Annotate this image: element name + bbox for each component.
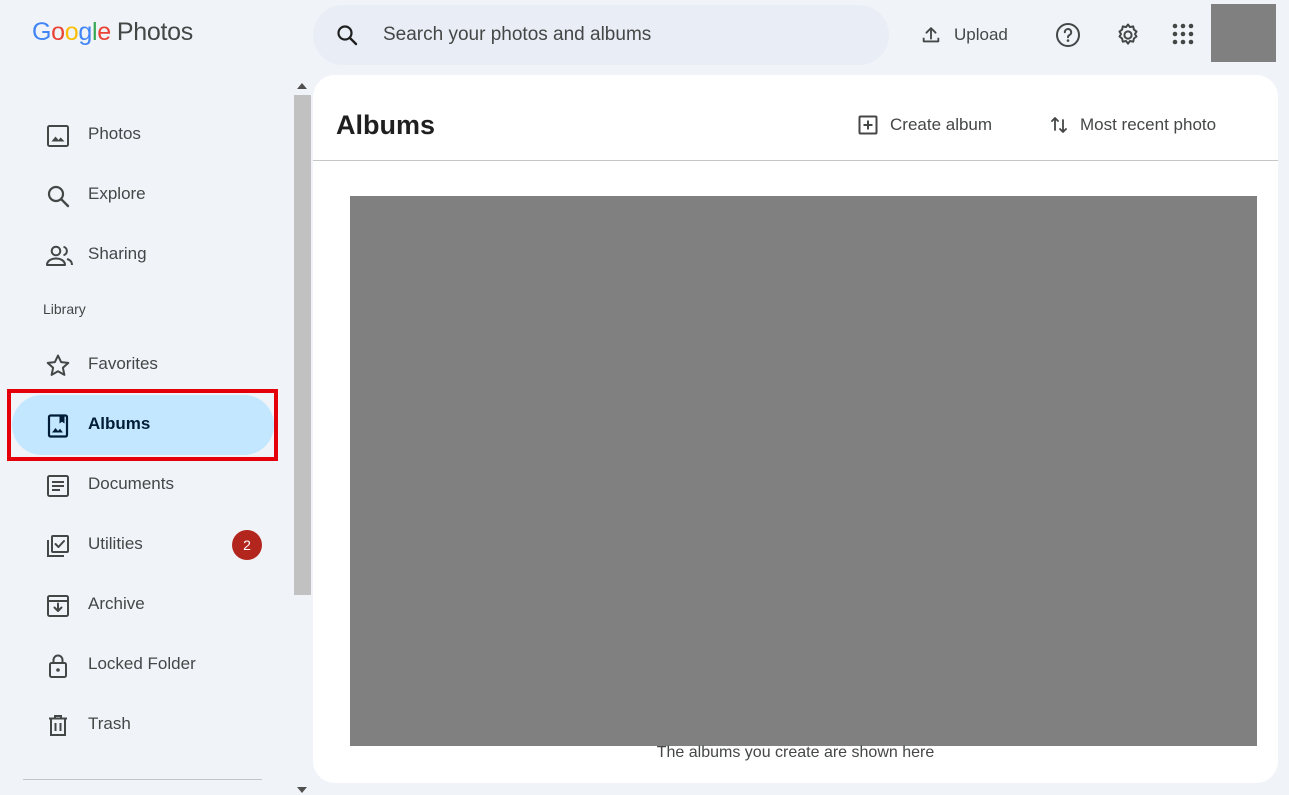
albums-panel: Albums Create album Most recent photo Th… [313, 75, 1278, 783]
sort-label: Most recent photo [1080, 115, 1217, 134]
sidebar-item-label: Utilities [88, 534, 143, 553]
logo-letter: o [51, 18, 65, 46]
sidebar-item-label: Explore [88, 184, 146, 203]
search-bar[interactable] [313, 5, 889, 65]
sidebar-item-label: Trash [88, 714, 131, 733]
logo-letter: e [97, 18, 111, 46]
sort-button[interactable]: Most recent photo [1048, 105, 1216, 145]
trash-icon [45, 713, 71, 739]
create-album-button[interactable]: Create album [858, 105, 992, 145]
sidebar-item-explore[interactable]: Explore [12, 165, 274, 225]
logo-letter: o [64, 18, 79, 46]
utilities-badge: 2 [232, 530, 262, 560]
sort-icon [1048, 114, 1070, 136]
apps-grid-icon[interactable] [1171, 22, 1197, 48]
header-divider [313, 160, 1278, 161]
sidebar-item-trash[interactable]: Trash [12, 695, 274, 755]
empty-state-text: The albums you create are shown here [656, 744, 935, 761]
sidebar-item-albums[interactable]: Albums [12, 395, 274, 455]
sidebar-item-photos[interactable]: Photos [12, 105, 274, 165]
utilities-icon [45, 533, 71, 559]
album-icon [45, 413, 71, 439]
add-box-icon [858, 115, 878, 135]
google-photos-logo[interactable]: Google Photos [32, 18, 193, 47]
document-icon [45, 473, 71, 499]
logo-letter: G [32, 18, 52, 46]
photo-icon [45, 123, 71, 149]
upload-button[interactable]: Upload [910, 16, 1026, 54]
sidebar-item-label: Photos [88, 124, 141, 143]
lock-icon [45, 653, 71, 679]
sidebar-item-label: Locked Folder [88, 654, 196, 673]
logo-letter: g [78, 18, 92, 46]
account-avatar[interactable] [1211, 4, 1276, 62]
product-name: Photos [116, 18, 193, 46]
search-icon [45, 183, 71, 209]
star-icon [45, 353, 71, 379]
upload-icon [920, 24, 942, 46]
sidebar-item-label: Favorites [88, 354, 158, 373]
scrollbar-thumb[interactable] [294, 95, 311, 595]
sidebar-item-label: Albums [88, 414, 151, 433]
sidebar-item-documents[interactable]: Documents [12, 455, 274, 515]
search-input[interactable] [383, 19, 863, 51]
scroll-down-arrow-icon[interactable] [297, 787, 307, 793]
people-icon [45, 243, 73, 269]
sidebar-item-locked-folder[interactable]: Locked Folder [12, 635, 274, 695]
sidebar-item-label: Documents [88, 474, 174, 493]
sidebar-item-sharing[interactable]: Sharing [12, 225, 274, 285]
archive-icon [45, 593, 71, 619]
settings-icon[interactable] [1115, 22, 1141, 48]
sidebar-item-archive[interactable]: Archive [12, 575, 274, 635]
sidebar-item-favorites[interactable]: Favorites [12, 335, 274, 395]
upload-label: Upload [954, 25, 1008, 44]
empty-state-illustration [350, 196, 1257, 746]
sidebar-item-label: Archive [88, 594, 145, 613]
sidebar-item-label: Sharing [88, 244, 147, 263]
help-icon[interactable] [1055, 22, 1081, 48]
sidebar-divider [23, 779, 262, 780]
page-title: Albums [336, 110, 436, 140]
create-album-label: Create album [890, 115, 993, 134]
scroll-up-arrow-icon[interactable] [297, 83, 307, 89]
library-section-label: Library [43, 301, 86, 317]
search-icon[interactable] [335, 23, 359, 47]
